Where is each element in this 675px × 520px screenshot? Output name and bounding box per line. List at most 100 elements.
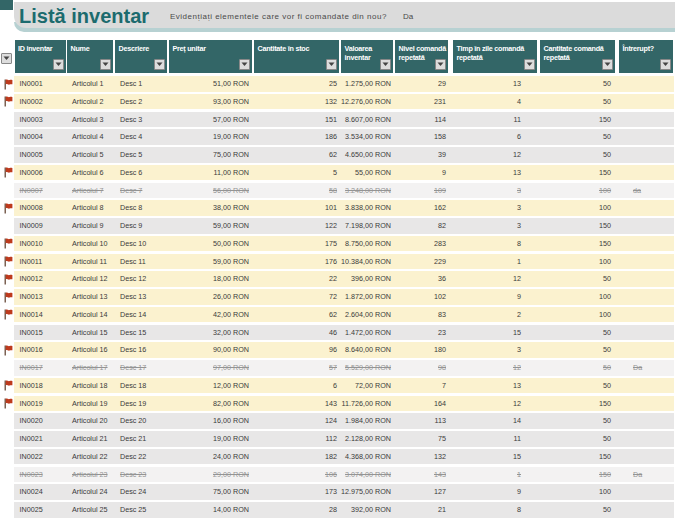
cell-desc[interactable]: Desc 17: [120, 360, 146, 376]
cell-reorder_qty[interactable]: 100: [599, 484, 611, 500]
cell-reorder_level[interactable]: 102: [434, 289, 446, 305]
cell-desc[interactable]: Desc 23: [120, 467, 146, 483]
cell-id[interactable]: IN0019: [20, 396, 43, 412]
cell-reorder_level[interactable]: 21: [438, 502, 446, 518]
cell-desc[interactable]: Desc 15: [120, 325, 146, 341]
cell-qty[interactable]: 101: [325, 200, 337, 216]
cell-price[interactable]: 26,00 RON: [213, 289, 249, 305]
cell-reorder_level[interactable]: 109: [434, 183, 446, 199]
cell-reorder_qty[interactable]: 150: [599, 236, 611, 252]
cell-value[interactable]: 392,00 RON: [351, 502, 391, 518]
cell-name[interactable]: Articolul 14: [72, 307, 108, 323]
cell-id[interactable]: IN0008: [20, 200, 43, 216]
cell-id[interactable]: IN0024: [20, 484, 43, 500]
cell-desc[interactable]: Desc 6: [120, 165, 142, 181]
cell-id[interactable]: IN0013: [20, 289, 43, 305]
filter-dropdown-button[interactable]: [53, 59, 64, 70]
cell-lead_days[interactable]: 15: [513, 325, 521, 341]
cell-name[interactable]: Articolul 10: [72, 236, 108, 252]
cell-lead_days[interactable]: 1: [517, 254, 521, 270]
cell-value[interactable]: 8.750,00 RON: [345, 236, 391, 252]
cell-desc[interactable]: Desc 9: [120, 218, 142, 234]
cell-price[interactable]: 18,00 RON: [213, 271, 249, 287]
cell-reorder_level[interactable]: 98: [438, 360, 446, 376]
cell-name[interactable]: Articolul 20: [72, 413, 108, 429]
cell-desc[interactable]: Desc 5: [120, 147, 142, 163]
cell-desc[interactable]: Desc 8: [120, 200, 142, 216]
cell-reorder_qty[interactable]: 150: [599, 396, 611, 412]
cell-id[interactable]: IN0006: [20, 165, 43, 181]
cell-id[interactable]: IN0007: [20, 183, 43, 199]
cell-lead_days[interactable]: 2: [517, 307, 521, 323]
cell-qty[interactable]: 175: [325, 236, 337, 252]
cell-id[interactable]: IN0017: [20, 360, 43, 376]
cell-lead_days[interactable]: 15: [513, 449, 521, 465]
cell-lead_days[interactable]: 6: [517, 129, 521, 145]
cell-reorder_qty[interactable]: 50: [603, 271, 611, 287]
cell-lead_days[interactable]: 3: [517, 183, 521, 199]
cell-reorder_qty[interactable]: 150: [599, 165, 611, 181]
cell-reorder_level[interactable]: 75: [438, 431, 446, 447]
cell-name[interactable]: Articolul 1: [72, 76, 104, 92]
cell-price[interactable]: 75,00 RON: [213, 147, 249, 163]
cell-qty[interactable]: 62: [329, 147, 337, 163]
cell-name[interactable]: Articolul 18: [72, 378, 108, 394]
cell-discontinued[interactable]: Da: [633, 360, 642, 376]
cell-lead_days[interactable]: 12: [513, 147, 521, 163]
column-header-reorder_qty[interactable]: Cantitate comandă repetată: [540, 40, 615, 73]
cell-name[interactable]: Articolul 8: [72, 200, 104, 216]
cell-discontinued[interactable]: da: [633, 183, 641, 199]
cell-desc[interactable]: Desc 11: [120, 254, 146, 270]
cell-qty[interactable]: 176: [325, 254, 337, 270]
cell-desc[interactable]: Desc 18: [120, 378, 146, 394]
cell-price[interactable]: 51,00 RON: [213, 76, 249, 92]
cell-id[interactable]: IN0015: [20, 325, 43, 341]
cell-desc[interactable]: Desc 10: [120, 236, 146, 252]
cell-value[interactable]: 7.198,00 RON: [345, 218, 391, 234]
cell-value[interactable]: 2.604,00 RON: [345, 307, 391, 323]
cell-name[interactable]: Articolul 4: [72, 129, 104, 145]
filter-dropdown-button[interactable]: [524, 59, 535, 70]
cell-id[interactable]: IN0021: [20, 431, 43, 447]
cell-desc[interactable]: Desc 16: [120, 342, 146, 358]
cell-value[interactable]: 8.640,00 RON: [345, 342, 391, 358]
cell-reorder_level[interactable]: 229: [434, 254, 446, 270]
cell-reorder_qty[interactable]: 100: [599, 183, 611, 199]
cell-qty[interactable]: 132: [325, 94, 337, 110]
cell-reorder_level[interactable]: 23: [438, 325, 446, 341]
column-header-price[interactable]: Preț unitar: [169, 40, 252, 73]
cell-value[interactable]: 3.838,00 RON: [345, 200, 391, 216]
cell-reorder_level[interactable]: 82: [438, 218, 446, 234]
cell-price[interactable]: 38,00 RON: [213, 200, 249, 216]
cell-reorder_qty[interactable]: 50: [603, 360, 611, 376]
cell-name[interactable]: Articolul 2: [72, 94, 104, 110]
cell-price[interactable]: 19,00 RON: [213, 129, 249, 145]
cell-name[interactable]: Articolul 19: [72, 396, 108, 412]
cell-price[interactable]: 59,00 RON: [213, 254, 249, 270]
cell-price[interactable]: 56,00 RON: [213, 183, 249, 199]
cell-qty[interactable]: 22: [329, 271, 337, 287]
cell-price[interactable]: 14,00 RON: [213, 502, 249, 518]
cell-reorder_qty[interactable]: 150: [599, 218, 611, 234]
cell-price[interactable]: 12,00 RON: [213, 378, 249, 394]
cell-reorder_qty[interactable]: 100: [599, 307, 611, 323]
cell-price[interactable]: 97,00 RON: [213, 360, 249, 376]
cell-desc[interactable]: Desc 22: [120, 449, 146, 465]
cell-discontinued[interactable]: Da: [633, 467, 642, 483]
cell-desc[interactable]: Desc 19: [120, 396, 146, 412]
cell-id[interactable]: IN0003: [20, 112, 43, 128]
cell-desc[interactable]: Desc 13: [120, 289, 146, 305]
filter-dropdown-button[interactable]: [660, 59, 671, 70]
column-header-value[interactable]: Valoarea inventar: [341, 40, 393, 73]
cell-name[interactable]: Articolul 13: [72, 289, 108, 305]
cell-reorder_level[interactable]: 283: [434, 236, 446, 252]
cell-reorder_level[interactable]: 162: [434, 200, 446, 216]
cell-price[interactable]: 42,00 RON: [213, 307, 249, 323]
cell-value[interactable]: 4.368,00 RON: [345, 449, 391, 465]
cell-value[interactable]: 5.529,00 RON: [345, 360, 391, 376]
cell-value[interactable]: 3.248,00 RON: [345, 183, 391, 199]
cell-id[interactable]: IN0009: [20, 218, 43, 234]
cell-value[interactable]: 55,00 RON: [355, 165, 391, 181]
cell-lead_days[interactable]: 3: [517, 342, 521, 358]
cell-lead_days[interactable]: 9: [517, 289, 521, 305]
